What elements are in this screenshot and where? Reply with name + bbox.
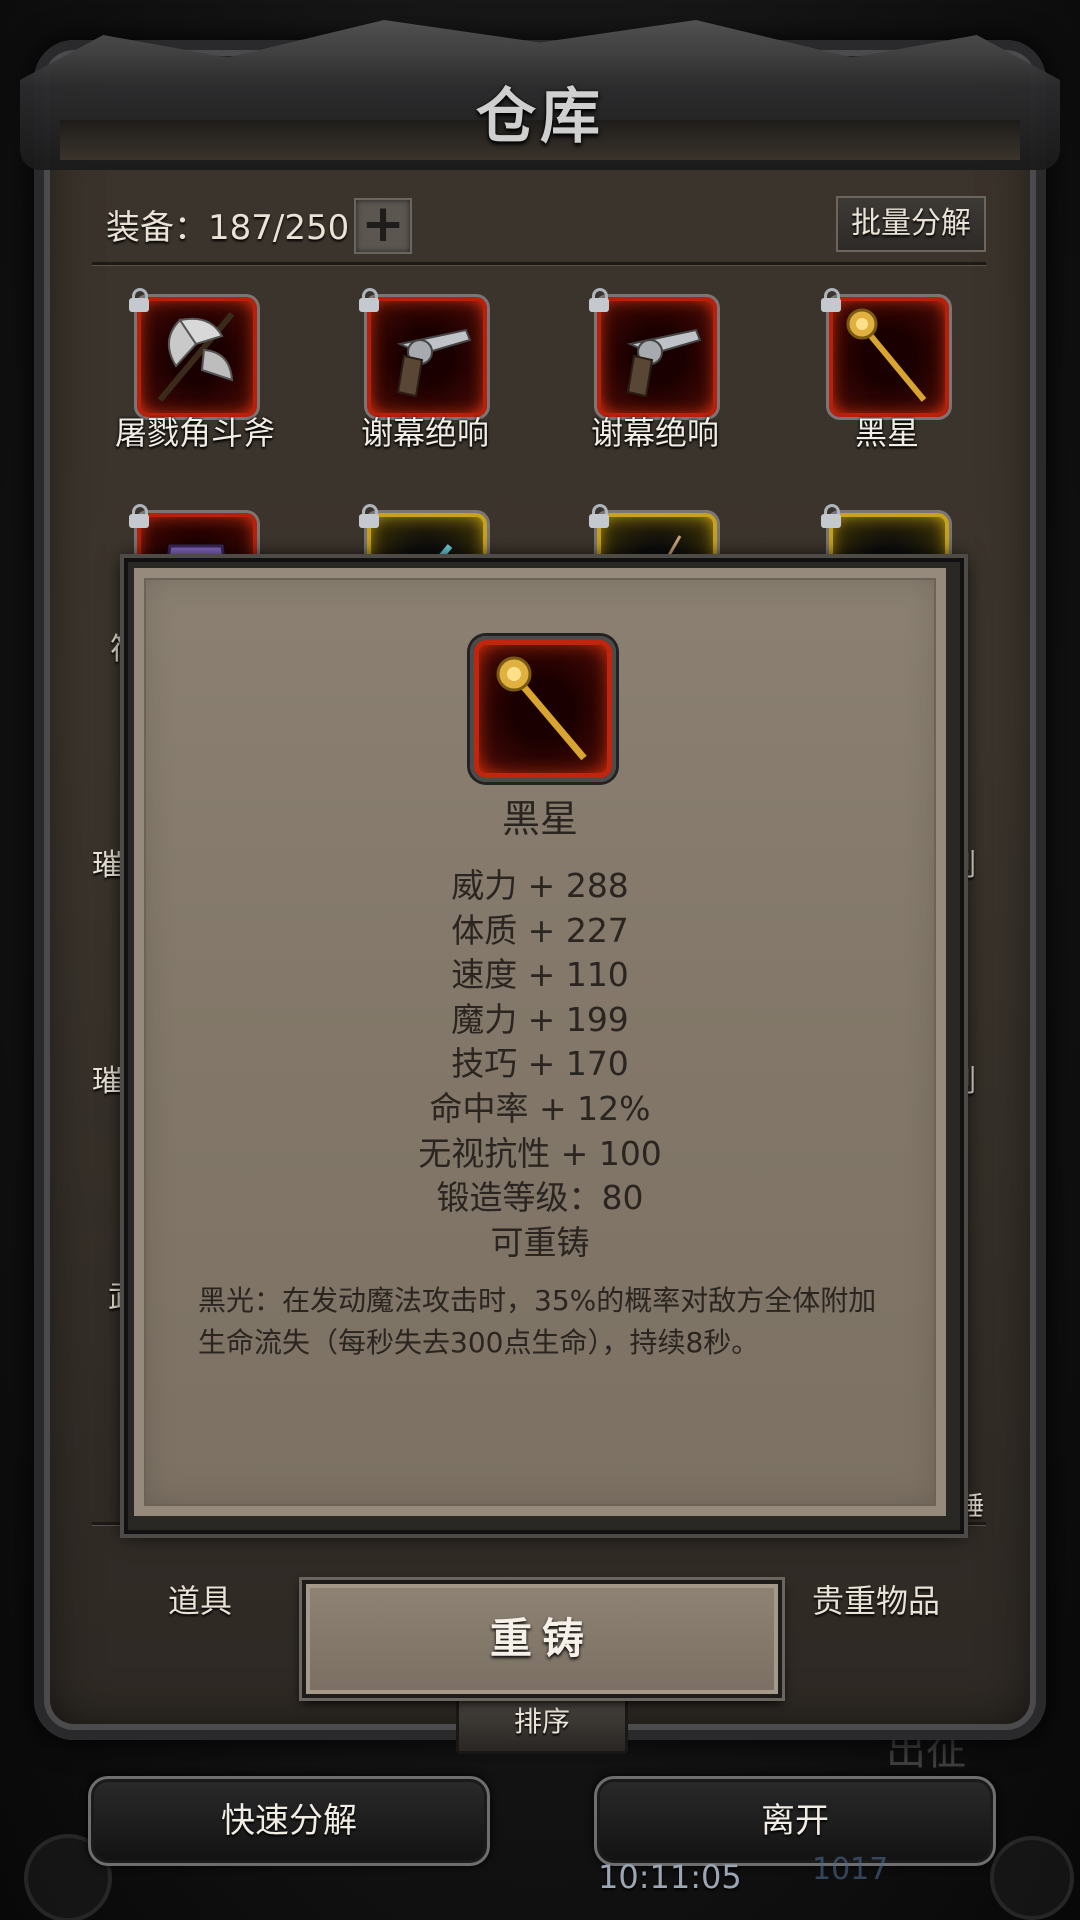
clock-time: 10:11:05 (598, 1858, 742, 1896)
lock-icon (588, 288, 610, 312)
tab-valuables[interactable]: 贵重物品 (812, 1576, 940, 1622)
item-slot[interactable] (589, 288, 720, 420)
lock-icon (358, 288, 380, 312)
tooltip-description: 黑光：在发动魔法攻击时，35%的概率对敌方全体附加生命流失（每秒失去300点生命… (198, 1284, 877, 1359)
hidden-item-label: 璀 (92, 1064, 122, 1099)
stat-line: 体质 + 227 (451, 910, 629, 950)
lock-icon (358, 504, 380, 528)
stat-line: 魔力 + 199 (451, 999, 629, 1039)
stat-line: 无视抗性 + 100 (418, 1133, 662, 1173)
page-title: 仓库 (476, 82, 604, 152)
stat-line: 锻造等级：80 (436, 1178, 644, 1218)
revolver-icon (396, 328, 472, 398)
item-slot[interactable] (129, 288, 260, 420)
lock-icon (128, 504, 150, 528)
item-name: 谢幕绝响 (360, 414, 489, 452)
header-divider (92, 262, 986, 266)
reforgeable-label: 可重铸 (490, 1222, 590, 1262)
lock-icon (820, 504, 842, 528)
reforge-button[interactable]: 重铸 (302, 1580, 782, 1698)
item-name: 屠戮角斗斧 (114, 414, 275, 452)
tab-items[interactable]: 道具 (168, 1576, 232, 1622)
lock-icon (588, 504, 610, 528)
equipment-count: 装备：187/250 (106, 208, 350, 248)
game-screen: 出征 仓库 装备：187/250 + 批量分解 屠戮角斗斧 谢幕绝响 谢幕绝响 … (0, 0, 1080, 1920)
background-resource-count: 1017 (812, 1852, 889, 1887)
item-slot[interactable] (359, 288, 490, 420)
tooltip-stats: 威力 + 288 体质 + 227 速度 + 110 魔力 + 199 技巧 +… (134, 864, 946, 1265)
hidden-item-label: 璀 (92, 848, 122, 883)
quick-decompose-button[interactable]: 快速分解 (88, 1776, 490, 1866)
background-plus-icon (990, 1836, 1074, 1920)
lock-icon (128, 288, 150, 312)
tooltip-item-name: 黑星 (501, 797, 578, 841)
golden-staff-icon (846, 308, 927, 402)
bulk-decompose-button[interactable]: 批量分解 (836, 196, 986, 252)
axe-icon (157, 312, 235, 402)
item-name: 谢幕绝响 (590, 414, 719, 452)
stat-line: 技巧 + 170 (451, 1044, 629, 1084)
leave-button[interactable]: 离开 (594, 1776, 996, 1866)
expand-capacity-button[interactable]: + (354, 198, 412, 254)
item-name: 黑星 (854, 414, 919, 452)
golden-staff-icon (496, 656, 587, 761)
stat-line: 威力 + 288 (451, 866, 629, 905)
stat-line: 命中率 + 12% (429, 1088, 651, 1128)
item-slot[interactable] (821, 288, 952, 420)
stat-line: 速度 + 110 (451, 955, 629, 995)
lock-icon (820, 288, 842, 312)
revolver-icon (626, 328, 702, 398)
sort-button[interactable]: 排序 (456, 1690, 628, 1754)
tooltip-item-icon (470, 636, 616, 782)
